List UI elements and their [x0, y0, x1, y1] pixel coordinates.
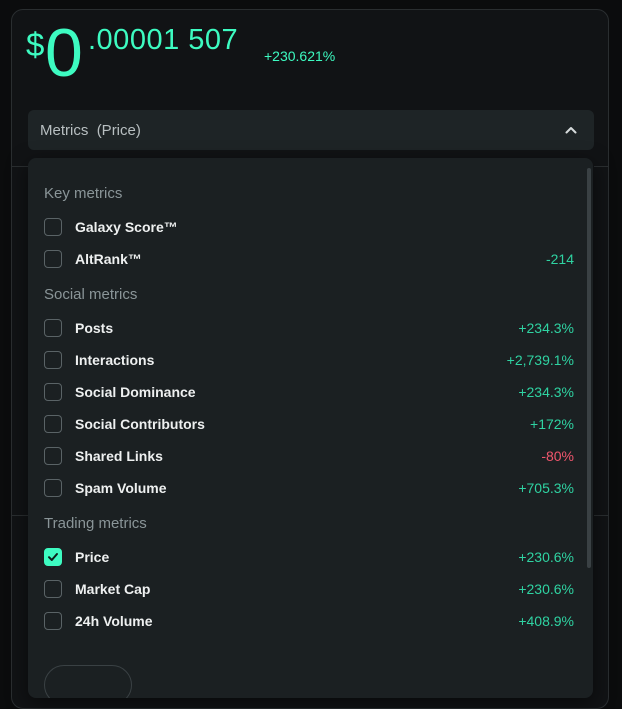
metric-item-interactions[interactable]: Interactions +2,739.1%	[44, 346, 574, 374]
metric-item-galaxy-score[interactable]: Galaxy Score™	[44, 213, 574, 241]
checkbox-checked[interactable]	[44, 548, 62, 566]
section-title-key-metrics: Key metrics	[44, 185, 123, 202]
divider	[12, 166, 28, 167]
metric-item-spam-volume[interactable]: Spam Volume +705.3%	[44, 474, 574, 502]
section-title-social-metrics: Social metrics	[44, 286, 138, 303]
checkbox[interactable]	[44, 447, 62, 465]
section-title-trading-metrics: Trading metrics	[44, 515, 147, 532]
metric-label: Spam Volume	[75, 480, 167, 496]
scrollbar[interactable]	[587, 168, 591, 568]
metric-value: +234.3%	[518, 320, 574, 336]
checkbox[interactable]	[44, 351, 62, 369]
metric-value: -80%	[541, 448, 574, 464]
divider	[594, 166, 609, 167]
metric-value: +234.3%	[518, 384, 574, 400]
checkbox[interactable]	[44, 250, 62, 268]
price-decimal: .00001 507	[88, 24, 239, 56]
metrics-selector[interactable]: Metrics (Price)	[28, 110, 594, 150]
metric-value: +2,739.1%	[506, 352, 574, 368]
checkbox[interactable]	[44, 479, 62, 497]
metric-item-social-dominance[interactable]: Social Dominance +234.3%	[44, 378, 574, 406]
metric-label: Galaxy Score™	[75, 219, 178, 235]
metric-item-market-cap[interactable]: Market Cap +230.6%	[44, 575, 574, 603]
price-integer: 0	[45, 15, 83, 91]
checkbox[interactable]	[44, 319, 62, 337]
checkbox[interactable]	[44, 383, 62, 401]
divider	[12, 515, 28, 516]
currency-symbol: $	[26, 26, 45, 63]
metric-item-price[interactable]: Price +230.6%	[44, 543, 574, 571]
reset-button[interactable]	[44, 665, 132, 698]
checkbox[interactable]	[44, 612, 62, 630]
metric-label: AltRank™	[75, 251, 142, 267]
metric-item-altrank[interactable]: AltRank™ -214	[44, 245, 574, 273]
metric-label: Social Dominance	[75, 384, 196, 400]
metric-value: +408.9%	[518, 613, 574, 629]
metric-label: 24h Volume	[75, 613, 153, 629]
metric-label: Market Cap	[75, 581, 151, 597]
metric-label: Social Contributors	[75, 416, 205, 432]
metric-label: Posts	[75, 320, 114, 336]
metric-value: -214	[545, 251, 574, 267]
metric-value: +172%	[530, 416, 574, 432]
selector-label: Metrics (Price)	[40, 121, 141, 139]
metrics-dropdown: Key metrics Galaxy Score™ AltRank™ -214 …	[28, 158, 593, 698]
metric-value: +705.3%	[518, 480, 574, 496]
metric-value: +230.6%	[518, 581, 574, 597]
metric-item-posts[interactable]: Posts +234.3%	[44, 314, 574, 342]
checkbox[interactable]	[44, 218, 62, 236]
metric-item-social-contributors[interactable]: Social Contributors +172%	[44, 410, 574, 438]
metric-item-24h-volume[interactable]: 24h Volume +408.9%	[44, 607, 574, 635]
checkbox[interactable]	[44, 415, 62, 433]
metric-value: +230.6%	[518, 549, 574, 565]
divider	[594, 515, 609, 516]
price-change-percent: +230.621%	[264, 48, 336, 64]
check-icon	[48, 553, 58, 561]
checkbox[interactable]	[44, 580, 62, 598]
metric-label: Price	[75, 549, 110, 565]
metric-item-shared-links[interactable]: Shared Links -80%	[44, 442, 574, 470]
metric-label: Interactions	[75, 352, 155, 368]
chevron-up-icon	[565, 127, 577, 134]
metric-label: Shared Links	[75, 448, 163, 464]
